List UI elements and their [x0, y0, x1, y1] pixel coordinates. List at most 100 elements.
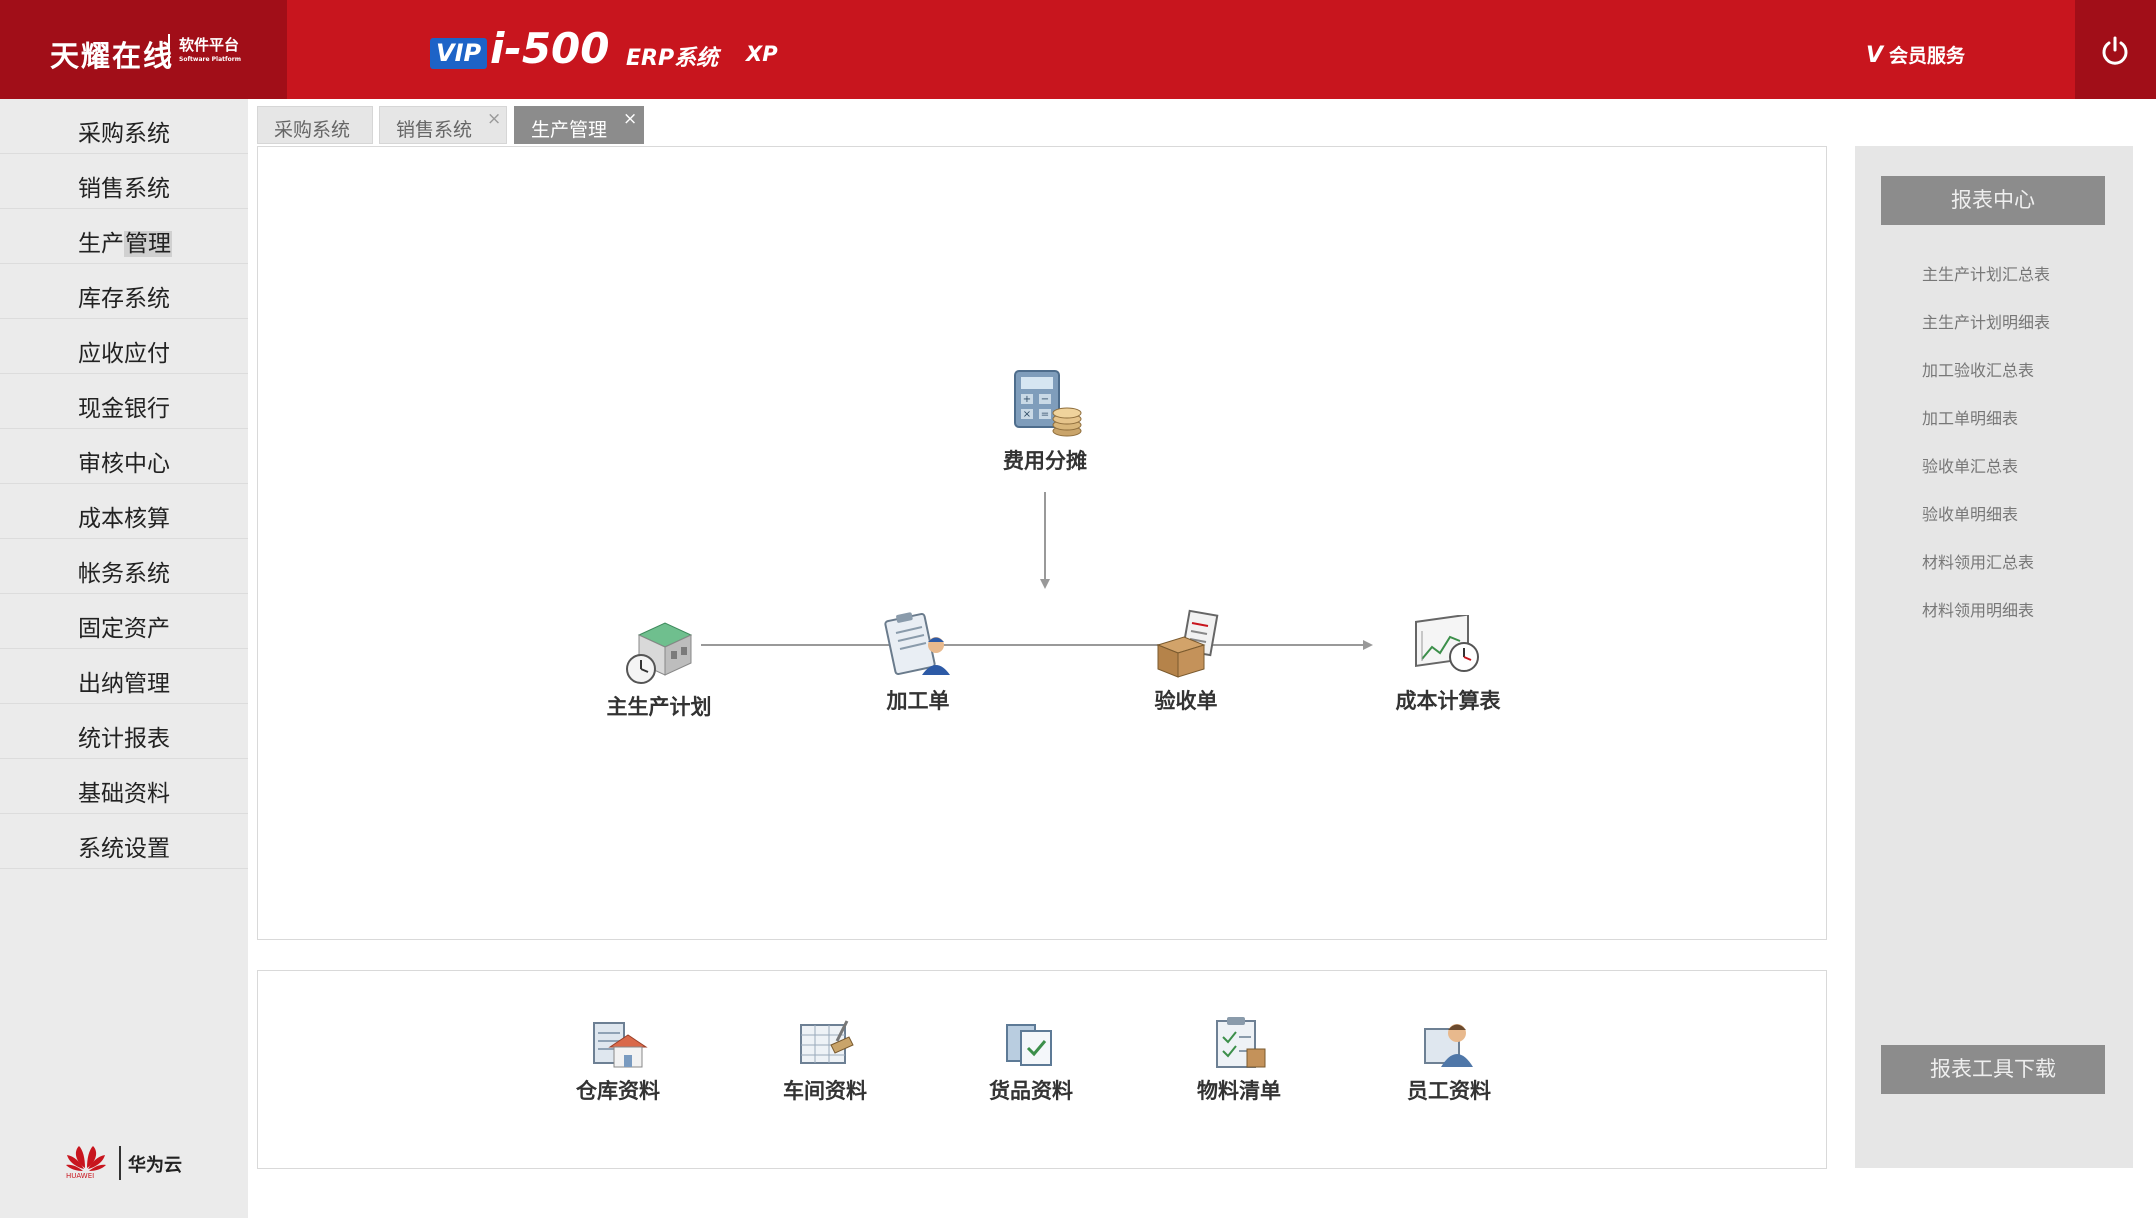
workshop-icon [800, 1020, 854, 1064]
xp-label: XP [746, 42, 778, 66]
flow-node-master-plan[interactable]: 主生产计划 [589, 617, 729, 721]
svg-text:=: = [1041, 409, 1049, 420]
report-link[interactable]: 材料领用明细表 [1922, 597, 2034, 621]
sidebar-item-label: 审核中心 [78, 451, 170, 477]
tab-production[interactable]: 生产管理 × [514, 106, 644, 144]
material-list-icon [1216, 1017, 1266, 1068]
report-link[interactable]: 加工验收汇总表 [1922, 357, 2034, 381]
flow-node-acceptance[interactable]: 验收单 [1126, 609, 1246, 715]
sidebar-item-label: 生产管理 [78, 231, 172, 257]
report-link[interactable]: 验收单汇总表 [1922, 453, 2018, 477]
quick-link-employee[interactable]: 员工资料 [1394, 1015, 1504, 1105]
flow-connectors [701, 492, 1373, 650]
sidebar: 采购系统 销售系统 生产管理 库存系统 应收应付 现金银行 审核中心 成本核算 … [0, 99, 248, 1218]
svg-text:−: − [1041, 394, 1049, 405]
report-link[interactable]: 主生产计划汇总表 [1922, 261, 2050, 285]
quick-link-label: 物料清单 [1197, 1079, 1281, 1103]
member-service-link[interactable]: V 会员服务 [1866, 41, 1965, 68]
report-tool-download-button[interactable]: 报表工具下载 [1881, 1045, 2105, 1094]
brand-subtitle-en: Software Platform [179, 56, 241, 63]
flow-arrowhead-down [1040, 579, 1050, 589]
sidebar-item-basic-data[interactable]: 基础资料 [0, 759, 248, 814]
svg-text:+: + [1023, 394, 1031, 405]
huawei-logo-text: HUAWEI [66, 1172, 95, 1180]
quick-link-workshop[interactable]: 车间资料 [770, 1015, 880, 1105]
quick-link-label: 仓库资料 [576, 1079, 660, 1103]
quick-link-label: 车间资料 [783, 1079, 867, 1103]
svg-text:×: × [1023, 409, 1031, 420]
sidebar-item-cost-accounting[interactable]: 成本核算 [0, 484, 248, 539]
sidebar-item-accounts[interactable]: 帐务系统 [0, 539, 248, 594]
sidebar-item-label: 统计报表 [78, 726, 170, 752]
flow-node-label: 验收单 [1154, 689, 1218, 713]
warehouse-icon [593, 1022, 648, 1068]
employee-icon [1424, 1024, 1473, 1067]
huawei-cloud-label: 华为云 [128, 1155, 182, 1176]
sidebar-item-audit-center[interactable]: 审核中心 [0, 429, 248, 484]
tab-label: 销售系统 [396, 119, 473, 141]
sidebar-item-label: 采购系统 [78, 121, 170, 147]
report-link[interactable]: 材料领用汇总表 [1922, 549, 2034, 573]
tab-label: 生产管理 [531, 119, 608, 141]
sidebar-item-label: 库存系统 [78, 286, 170, 312]
quick-link-warehouse[interactable]: 仓库资料 [563, 1015, 673, 1105]
brand-divider [168, 34, 170, 66]
close-icon[interactable]: × [487, 109, 501, 129]
report-center-panel [1855, 146, 2133, 1168]
sidebar-item-label: 销售系统 [78, 176, 170, 202]
chart-clock-icon [1415, 613, 1479, 672]
flow-node-label: 加工单 [886, 689, 950, 713]
brand-subtitle: 软件平台 [179, 36, 240, 54]
tab-purchase[interactable]: 采购系统 [257, 106, 373, 144]
sidebar-item-sales[interactable]: 销售系统 [0, 154, 248, 209]
brand-block: 天耀在线 软件平台 Software Platform [0, 0, 287, 99]
top-header: 天耀在线 软件平台 Software Platform VIP i-500 ER… [0, 0, 2156, 99]
flow-node-label: 费用分摊 [1003, 449, 1087, 473]
sidebar-item-label-part: 生产 [78, 231, 124, 257]
sidebar-item-statistics[interactable]: 统计报表 [0, 704, 248, 759]
flow-node-cost-allocation[interactable]: + − × = 费用分摊 [985, 367, 1105, 475]
brand-name: 天耀在线 [50, 39, 175, 73]
calculator-coins-icon: + − × = [1014, 370, 1082, 437]
basic-data-panel: 仓库资料 车间资料 货品资料 物料清单 员工资料 [257, 970, 1827, 1169]
production-flow-panel: + − × = 费用分摊 主生产计划 加工单 验收单 成本计算表 [257, 146, 1827, 940]
sidebar-item-settings[interactable]: 系统设置 [0, 814, 248, 869]
flow-node-label: 成本计算表 [1395, 689, 1501, 713]
sidebar-item-production[interactable]: 生产管理 [0, 209, 248, 264]
sidebar-item-label: 出纳管理 [78, 671, 170, 697]
report-center-title: 报表中心 [1881, 176, 2105, 225]
sidebar-item-label: 成本核算 [78, 506, 170, 532]
quick-link-label: 员工资料 [1407, 1079, 1491, 1103]
tab-sales[interactable]: 销售系统 × [379, 106, 507, 144]
quick-link-label: 货品资料 [989, 1079, 1073, 1103]
vip-v-icon: V [1866, 43, 1884, 68]
product-name: i-500 [490, 24, 610, 73]
erp-label: ERP系统 [626, 46, 719, 71]
sidebar-item-label-highlight: 管理 [124, 231, 172, 257]
sidebar-item-label: 基础资料 [78, 781, 170, 807]
sidebar-item-label: 帐务系统 [78, 561, 170, 587]
flow-node-work-order[interactable]: 加工单 [858, 609, 978, 715]
flow-node-cost-sheet[interactable]: 成本计算表 [1378, 613, 1518, 715]
sidebar-item-purchase[interactable]: 采购系统 [0, 99, 248, 154]
sidebar-item-cashier[interactable]: 出纳管理 [0, 649, 248, 704]
sidebar-item-cash-bank[interactable]: 现金银行 [0, 374, 248, 429]
sidebar-item-label: 应收应付 [78, 341, 170, 367]
power-icon[interactable] [2100, 36, 2130, 66]
sidebar-item-label: 固定资产 [78, 616, 170, 642]
tab-label: 采购系统 [274, 119, 351, 141]
clipboard-worker-icon [884, 612, 950, 676]
sidebar-item-receivable-payable[interactable]: 应收应付 [0, 319, 248, 374]
sidebar-item-fixed-assets[interactable]: 固定资产 [0, 594, 248, 649]
quick-link-goods[interactable]: 货品资料 [976, 1015, 1086, 1105]
close-icon[interactable]: × [623, 109, 637, 129]
sidebar-item-inventory[interactable]: 库存系统 [0, 264, 248, 319]
factory-clock-icon [626, 622, 693, 684]
report-link[interactable]: 加工单明细表 [1922, 405, 2018, 429]
quick-link-material-list[interactable]: 物料清单 [1184, 1015, 1294, 1105]
report-link[interactable]: 验收单明细表 [1922, 501, 2018, 525]
sidebar-item-label: 系统设置 [78, 836, 170, 862]
sidebar-item-label: 现金银行 [78, 396, 170, 422]
goods-icon [1006, 1024, 1052, 1066]
report-link[interactable]: 主生产计划明细表 [1922, 309, 2050, 333]
